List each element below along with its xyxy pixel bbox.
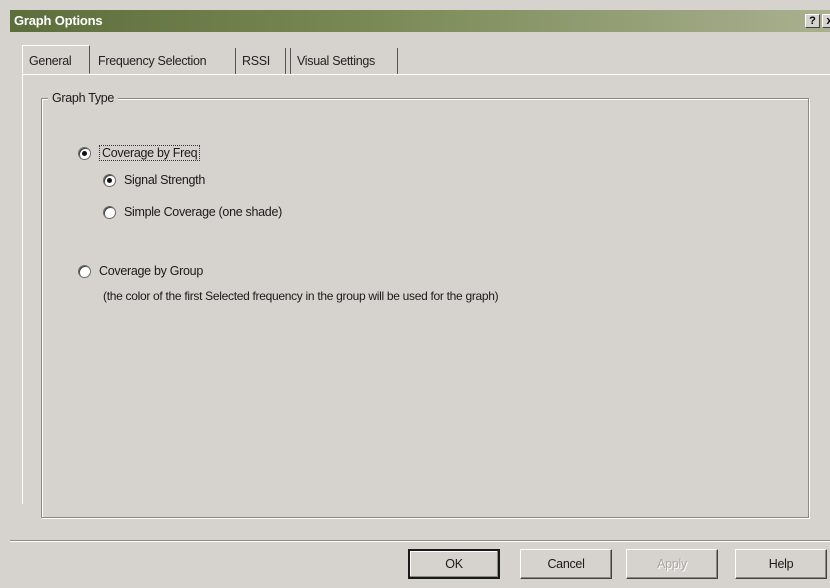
coverage-by-freq-option[interactable]: Coverage by Freq: [78, 145, 201, 161]
coverage-by-group-radio[interactable]: [78, 264, 91, 278]
tab-general[interactable]: General: [22, 45, 90, 74]
ok-button[interactable]: OK: [408, 549, 500, 579]
signal-strength-option[interactable]: Signal Strength: [103, 173, 205, 187]
tab-rssi[interactable]: RSSI: [236, 48, 286, 74]
help-button[interactable]: Help: [735, 549, 827, 579]
coverage-by-freq-radio[interactable]: [78, 146, 91, 160]
tab-visual-settings[interactable]: Visual Settings: [290, 48, 398, 74]
graph-type-legend: Graph Type: [48, 91, 119, 105]
close-icon[interactable]: x: [822, 14, 830, 28]
tab-frequency-selection[interactable]: Frequency Selection: [92, 48, 236, 74]
apply-button[interactable]: Apply: [626, 549, 718, 579]
help-icon[interactable]: ?: [805, 14, 820, 28]
cancel-button[interactable]: Cancel: [520, 549, 612, 579]
simple-coverage-radio[interactable]: [103, 205, 116, 219]
simple-coverage-option[interactable]: Simple Coverage (one shade): [103, 205, 282, 219]
window-title: Graph Options: [14, 13, 103, 28]
coverage-by-group-label: Coverage by Group: [99, 264, 203, 278]
graph-options-dialog: Graph Options ? x General Frequency Sele…: [0, 0, 830, 588]
coverage-by-group-option[interactable]: Coverage by Group: [78, 264, 203, 278]
signal-strength-label: Signal Strength: [124, 173, 205, 187]
button-separator: [10, 540, 830, 542]
simple-coverage-label: Simple Coverage (one shade): [124, 205, 282, 219]
coverage-by-freq-label: Coverage by Freq: [99, 145, 201, 161]
group-color-hint: (the color of the first Selected frequen…: [103, 289, 499, 303]
graph-type-groupbox: [41, 98, 809, 518]
title-bar[interactable]: Graph Options ? x: [10, 10, 830, 32]
signal-strength-radio[interactable]: [103, 173, 116, 187]
